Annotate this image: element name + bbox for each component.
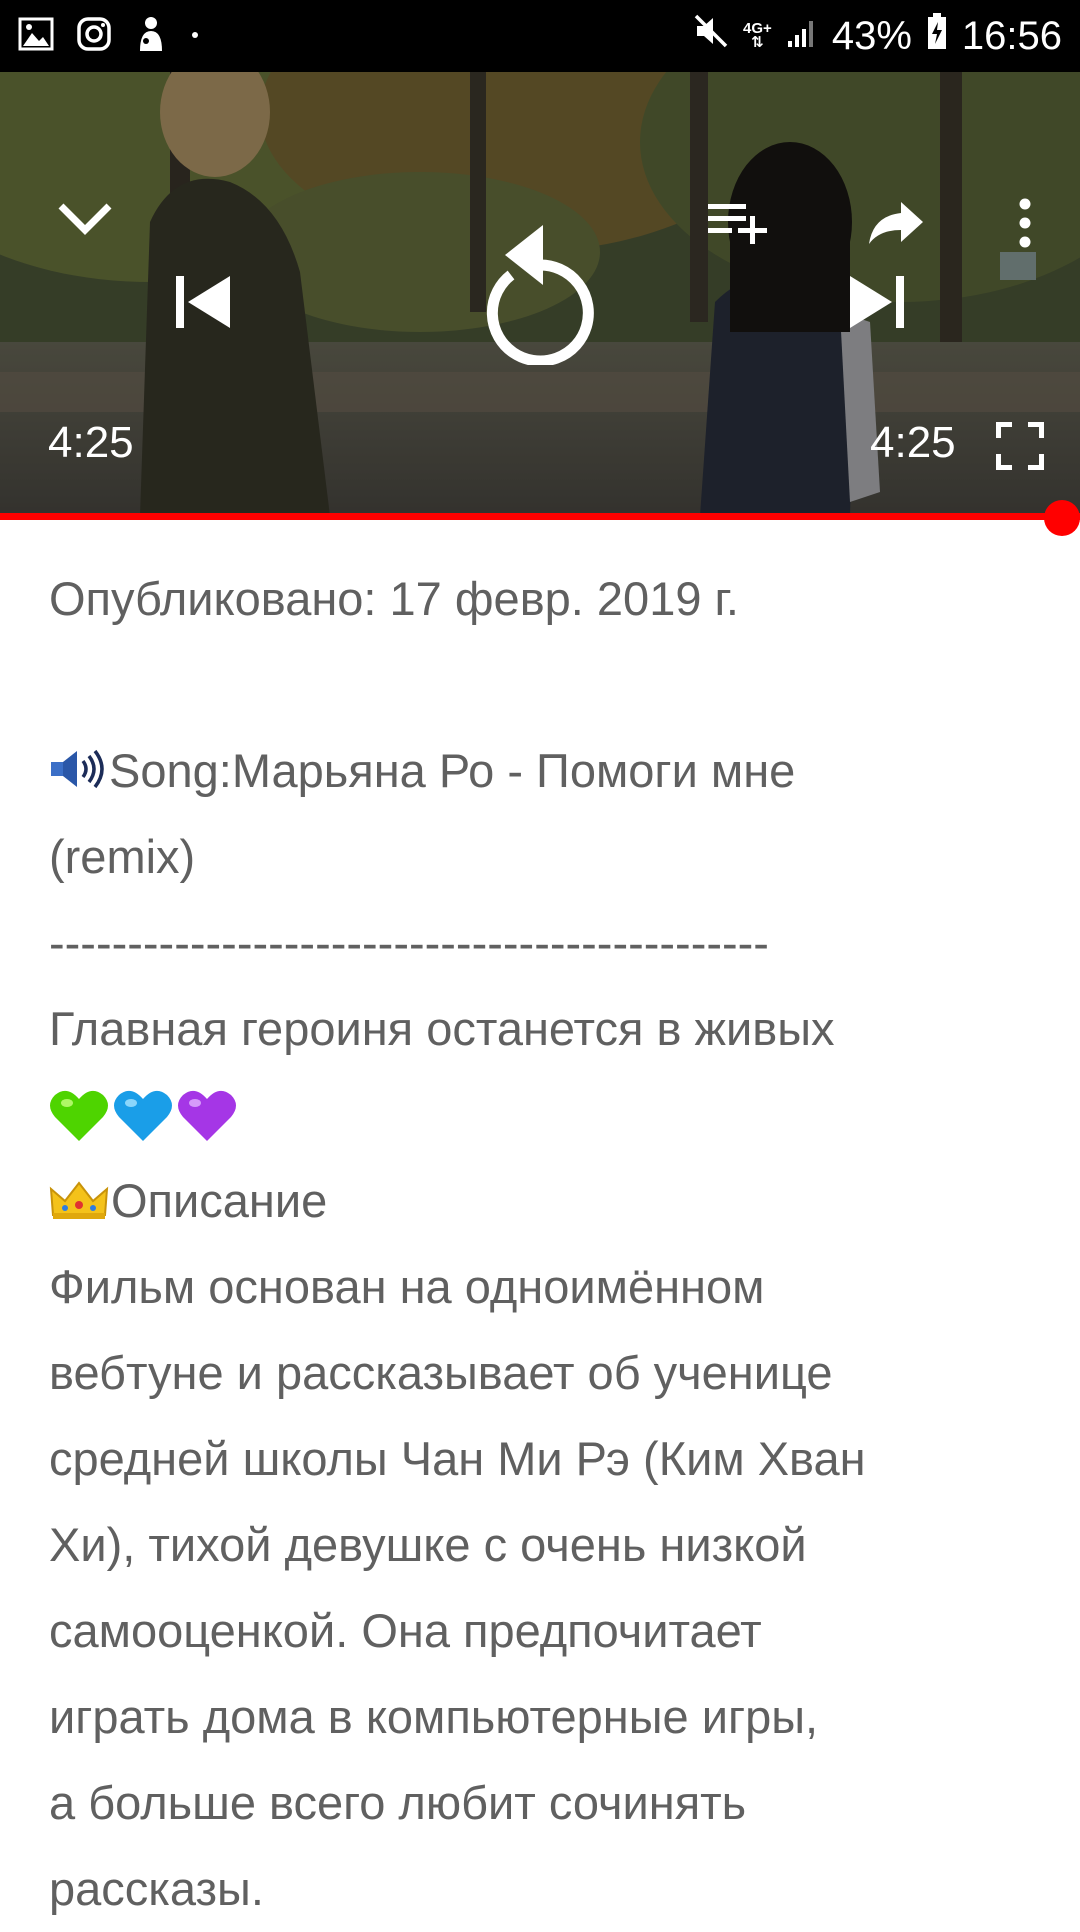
- crown-icon: [49, 1162, 109, 1248]
- skip-next-icon: [850, 276, 904, 328]
- description-body-line: Фильм основан на одноимённом: [49, 1260, 765, 1313]
- elapsed-time: 4:25: [48, 418, 134, 467]
- mute-icon: [693, 13, 729, 59]
- description-body-line: а больше всего любит сочинять: [49, 1776, 747, 1829]
- status-bar: 4G+ ⇅ 43% 16:56: [0, 0, 1080, 72]
- share-button[interactable]: [860, 188, 932, 258]
- more-options-button[interactable]: [1000, 188, 1050, 258]
- more-notifications-dot-icon: [190, 27, 200, 45]
- blue-heart-icon: [114, 1090, 172, 1141]
- gallery-icon: [18, 17, 54, 56]
- heroine-line: Главная героиня останется в живых: [49, 1002, 835, 1055]
- instagram-icon: [76, 16, 112, 57]
- description-body-line: рассказы.: [49, 1862, 264, 1915]
- publish-date: Опубликовано: 17 февр. 2019 г.: [49, 572, 739, 625]
- progress-bar[interactable]: [0, 513, 1080, 520]
- fullscreen-button[interactable]: [990, 416, 1050, 476]
- description-body-line: средней школы Чан Ми Рэ (Ким Хван: [49, 1432, 866, 1485]
- description-body-line: играть дома в компьютерные игры,: [49, 1690, 819, 1743]
- playlist-add-icon: [708, 204, 767, 244]
- more-vert-icon: [1019, 198, 1031, 248]
- hearts-row: [49, 1072, 1049, 1158]
- battery-charging-icon: [926, 12, 948, 60]
- description-body-line: Хи), тихой девушке с очень низкой: [49, 1518, 807, 1571]
- notification-icons: [18, 15, 200, 58]
- network-type-label: 4G+ ⇅: [743, 20, 772, 51]
- previous-button[interactable]: [168, 262, 238, 342]
- signal-icon: [786, 14, 818, 59]
- green-heart-icon: [50, 1090, 108, 1141]
- song-title-text: Song:Марьяна Ро - Помоги мне: [109, 744, 796, 797]
- app-notification-icon: [134, 15, 168, 58]
- system-status: 4G+ ⇅ 43% 16:56: [693, 12, 1062, 60]
- video-description: Опубликовано: 17 февр. 2019 г. Song:Марь…: [49, 556, 1049, 1932]
- share-arrow-icon: [869, 202, 923, 244]
- description-body-line: вебтуне и рассказывает об ученице: [49, 1346, 833, 1399]
- song-line: Song:Марьяна Ро - Помоги мне: [49, 728, 1049, 814]
- minimize-button[interactable]: [50, 184, 120, 254]
- separator-line: ----------------------------------------…: [49, 916, 769, 969]
- chevron-down-icon: [58, 203, 112, 235]
- purple-heart-icon: [178, 1090, 236, 1141]
- skip-previous-icon: [176, 276, 230, 328]
- song-line-continued: (remix): [49, 830, 196, 883]
- section-title-line: Описание: [49, 1158, 1049, 1244]
- speaker-icon: [49, 732, 107, 818]
- next-button[interactable]: [842, 262, 912, 342]
- add-to-playlist-button[interactable]: [700, 188, 776, 258]
- replay-button[interactable]: [474, 220, 604, 370]
- description-body-line: самооценкой. Она предпочитает: [49, 1604, 762, 1657]
- section-title: Описание: [111, 1174, 328, 1227]
- total-duration: 4:25: [870, 418, 956, 467]
- fullscreen-icon: [996, 422, 1044, 470]
- battery-percentage: 43%: [831, 13, 912, 58]
- progress-scrubber[interactable]: [1044, 500, 1080, 536]
- video-player[interactable]: 4:25 4:25: [0, 72, 1080, 516]
- clock: 16:56: [961, 13, 1062, 58]
- replay-icon: [486, 225, 594, 365]
